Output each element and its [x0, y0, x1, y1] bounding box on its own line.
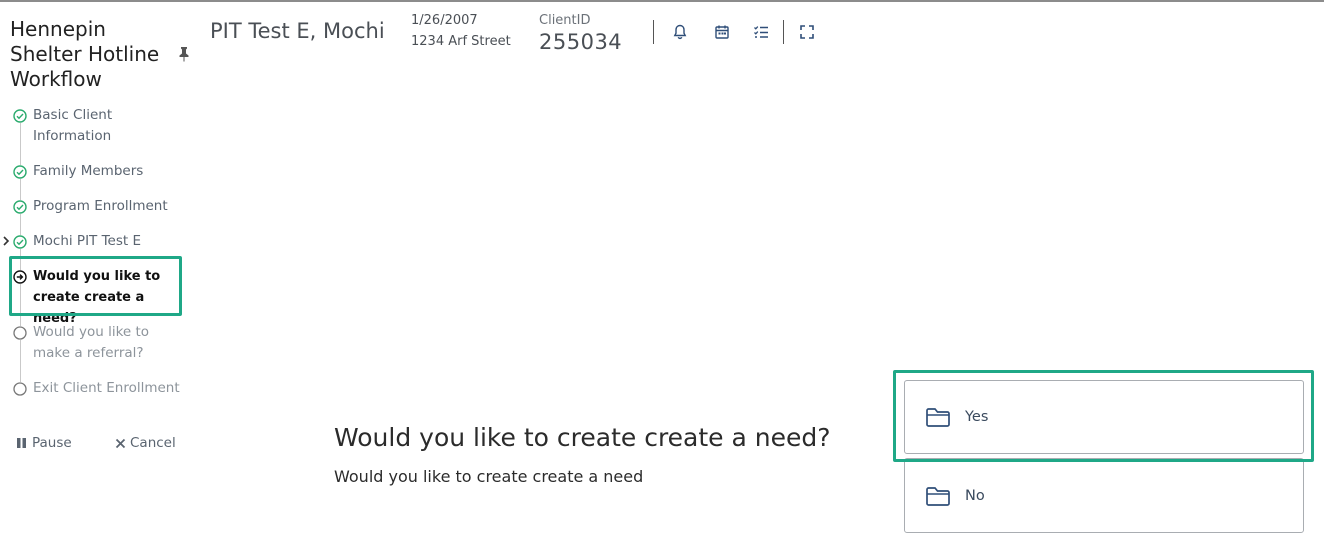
check-circle-icon	[13, 165, 27, 179]
step-label: Mochi PIT Test E	[33, 233, 141, 249]
client-id-value: 255034	[539, 30, 623, 54]
pause-button[interactable]: Pause	[16, 435, 72, 451]
check-circle-icon	[13, 235, 27, 249]
fullscreen-icon[interactable]	[798, 23, 816, 41]
step-label: Exit Client Enrollment	[33, 380, 180, 396]
empty-circle-icon	[13, 382, 27, 396]
client-name: PIT Test E, Mochi	[210, 19, 385, 43]
client-dob: 1/26/2007	[411, 13, 478, 28]
question-title: Would you like to create create a need?	[334, 423, 831, 452]
steps-rail	[20, 116, 21, 390]
client-address: 1234 Arf Street	[411, 34, 511, 49]
bell-icon[interactable]	[671, 23, 689, 41]
cancel-label: Cancel	[130, 435, 176, 451]
calendar-icon[interactable]	[713, 23, 731, 41]
header-divider	[783, 20, 784, 44]
question-subtitle: Would you like to create create a need	[334, 467, 644, 486]
check-circle-icon	[13, 200, 27, 214]
workflow-steps: Basic Client Information Family Members …	[0, 104, 200, 404]
workflow-title: Hennepin Shelter Hotline Workflow	[10, 17, 160, 91]
header-divider	[653, 20, 654, 44]
yes-option-highlight	[893, 370, 1314, 462]
step-label: Would you like to make a referral?	[33, 324, 150, 361]
step-label: Family Members	[33, 163, 144, 179]
pin-icon[interactable]	[177, 46, 191, 62]
current-step-highlight	[9, 256, 182, 316]
step-label: Program Enrollment	[33, 198, 168, 214]
pause-label: Pause	[32, 435, 72, 451]
pause-icon	[17, 438, 26, 448]
check-circle-icon	[13, 109, 27, 123]
top-border	[0, 0, 1324, 2]
client-id-label: ClientID	[539, 13, 591, 28]
option-no-button[interactable]: No	[904, 458, 1304, 533]
step-label: Basic Client Information	[33, 107, 113, 144]
close-icon	[115, 438, 126, 448]
folder-icon	[926, 486, 950, 506]
checklist-icon[interactable]	[752, 23, 770, 41]
empty-circle-icon	[13, 326, 27, 340]
option-label: No	[965, 487, 985, 504]
cancel-button[interactable]: Cancel	[115, 435, 176, 451]
chevron-right-icon	[3, 236, 10, 246]
